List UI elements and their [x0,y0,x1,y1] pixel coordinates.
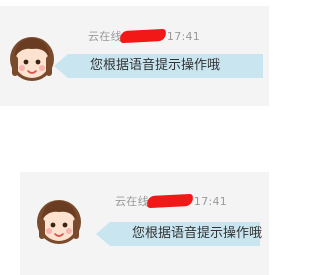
message-time: 17:41 [193,195,228,208]
sender-name: 云在线 [115,195,149,208]
chat-message-card: 云在线 17:41 您根据语音提示操作哦 [0,6,269,106]
message-time: 17:41 [166,30,201,43]
cartoon-girl-avatar-icon [6,32,58,84]
chat-message-card: 云在线 17:41 您根据语音提示操作哦 [20,172,269,275]
message-bubble: 您根据语音提示操作哦 [96,222,262,246]
sender-name: 云在线 [88,30,122,43]
message-meta: 云在线 17:41 [88,28,200,44]
message-bubble: 您根据语音提示操作哦 [54,54,263,78]
redaction-mark [146,193,194,209]
message-meta: 云在线 17:41 [115,193,227,209]
cartoon-girl-avatar-icon [33,195,85,247]
redaction-mark [119,28,167,44]
